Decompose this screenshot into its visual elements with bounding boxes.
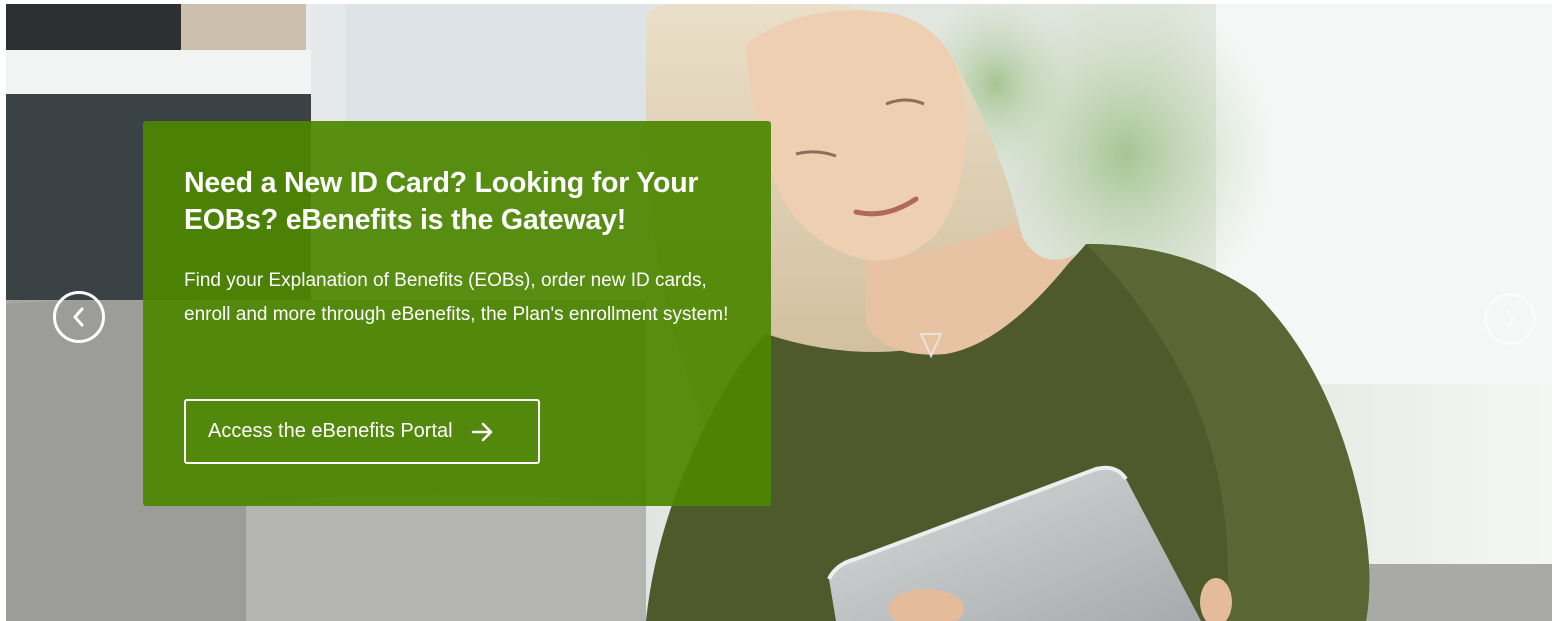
- arrow-right-icon: [471, 421, 495, 443]
- access-ebenefits-portal-button[interactable]: Access the eBenefits Portal: [184, 399, 540, 464]
- carousel-prev-button[interactable]: [53, 291, 105, 343]
- hero-content-panel: Need a New ID Card? Looking for Your EOB…: [143, 121, 771, 506]
- chevron-right-icon: [1505, 309, 1516, 329]
- hero-heading: Need a New ID Card? Looking for Your EOB…: [184, 167, 699, 236]
- chevron-left-icon: [73, 307, 84, 327]
- hero-body-text: Find your Explanation of Benefits (EOBs)…: [184, 270, 729, 325]
- cta-label: Access the eBenefits Portal: [208, 420, 453, 442]
- carousel-next-button[interactable]: [1484, 293, 1536, 345]
